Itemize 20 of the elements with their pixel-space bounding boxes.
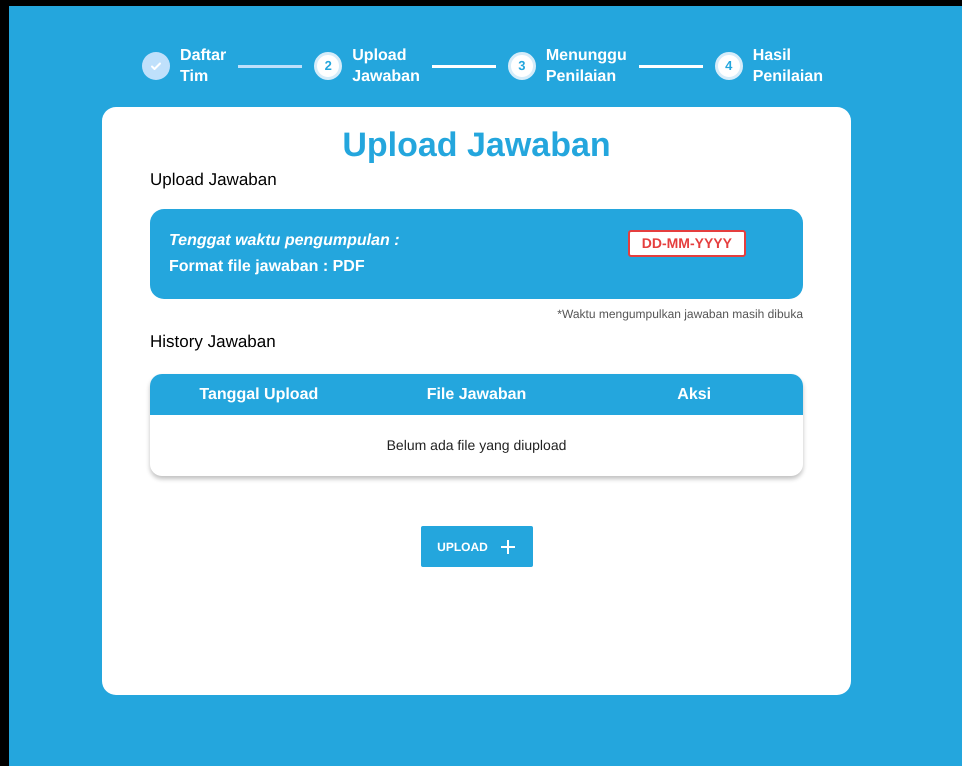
step-label: Daftar Tim: [180, 46, 226, 87]
deadline-date: DD-MM-YYYY: [628, 230, 746, 256]
section-heading: History Jawaban: [150, 330, 277, 352]
section-heading: Upload Jawaban: [150, 169, 278, 191]
page-title: Upload Jawaban: [341, 125, 612, 165]
step-number: 2: [314, 52, 342, 80]
step-number: 3: [508, 52, 536, 80]
step-label: Hasil Penilaian: [752, 46, 823, 87]
column-header: Tanggal Upload: [198, 384, 320, 404]
column-header: Aksi: [676, 384, 712, 404]
step-label: Upload Jawaban: [352, 46, 420, 87]
deadline-label: Tenggat waktu pengumpulan :: [169, 230, 400, 250]
empty-message: Belum ada file yang diupload: [386, 436, 568, 455]
upload-button[interactable]: UPLOAD: [420, 526, 532, 567]
plus-icon: [500, 538, 516, 554]
step-label: Menunggu Penilaian: [546, 46, 627, 87]
step-number: 4: [714, 52, 743, 80]
note-text: *Waktu mengumpulkan jawaban masih dibuka: [556, 306, 803, 322]
column-header: File Jawaban: [426, 384, 528, 404]
file-format-text: Format file jawaban : PDF: [169, 256, 366, 276]
